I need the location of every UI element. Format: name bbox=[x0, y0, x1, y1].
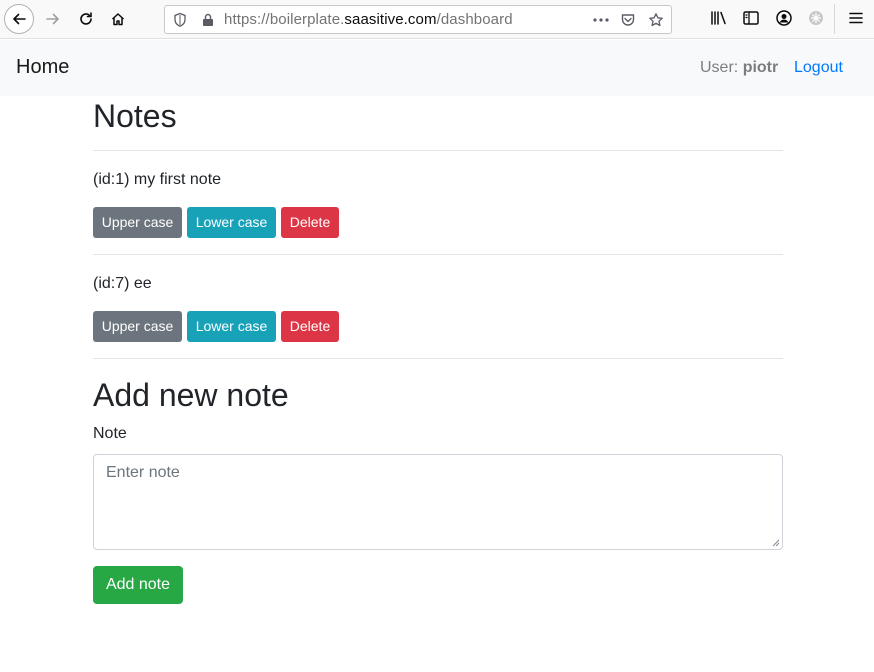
reload-button[interactable] bbox=[71, 4, 101, 34]
lowercase-button[interactable]: Lower case bbox=[187, 311, 276, 342]
back-button[interactable] bbox=[4, 4, 34, 34]
home-icon bbox=[111, 13, 125, 26]
app-navbar: Home User: piotr Logout bbox=[0, 40, 874, 96]
lowercase-button[interactable]: Lower case bbox=[187, 207, 276, 238]
username: piotr bbox=[742, 59, 779, 76]
address-bar[interactable]: https://boilerplate.saasitive.com/dashbo… bbox=[164, 5, 672, 34]
uppercase-button[interactable]: Upper case bbox=[93, 311, 182, 342]
add-note-button[interactable]: Add note bbox=[93, 566, 183, 604]
uppercase-button[interactable]: Upper case bbox=[93, 207, 182, 238]
url-prefix: https://boilerplate. bbox=[224, 11, 345, 28]
delete-button[interactable]: Delete bbox=[281, 207, 339, 238]
divider bbox=[93, 358, 783, 359]
resize-grip-icon[interactable] bbox=[771, 538, 780, 547]
user-info: User: piotr bbox=[700, 59, 778, 77]
more-actions-icon[interactable] bbox=[593, 18, 609, 22]
user-label: User: bbox=[700, 59, 739, 76]
pocket-icon[interactable] bbox=[620, 12, 636, 28]
browser-toolbar: https://boilerplate.saasitive.com/dashbo… bbox=[0, 0, 874, 39]
extension-icon[interactable] bbox=[807, 9, 825, 27]
sidebar-icon[interactable] bbox=[742, 9, 760, 27]
library-icon[interactable] bbox=[710, 9, 728, 27]
forward-button[interactable] bbox=[38, 4, 68, 34]
note-text: (id:7) ee bbox=[93, 275, 152, 292]
note-textarea[interactable]: Enter note bbox=[93, 454, 783, 550]
arrow-right-icon bbox=[46, 13, 59, 25]
home-link[interactable]: Home bbox=[16, 56, 69, 79]
url-host: saasitive.com bbox=[344, 11, 437, 28]
home-button[interactable] bbox=[103, 4, 133, 34]
note-placeholder: Enter note bbox=[106, 464, 180, 481]
note-text: (id:1) my first note bbox=[93, 171, 222, 188]
arrow-left-icon bbox=[13, 13, 26, 25]
note-label: Note bbox=[93, 425, 127, 442]
toolbar-divider bbox=[834, 4, 835, 34]
url-text[interactable]: https://boilerplate.saasitive.com/dashbo… bbox=[224, 11, 513, 28]
divider bbox=[93, 150, 783, 151]
reload-icon bbox=[80, 12, 92, 25]
account-icon[interactable] bbox=[775, 9, 793, 27]
url-path: /dashboard bbox=[436, 11, 513, 28]
delete-button[interactable]: Delete bbox=[281, 311, 339, 342]
page-title: Notes bbox=[93, 98, 177, 134]
bookmark-star-icon[interactable] bbox=[648, 12, 664, 28]
lock-icon[interactable] bbox=[201, 12, 215, 28]
hamburger-menu-icon[interactable] bbox=[847, 9, 865, 27]
shield-icon[interactable] bbox=[173, 12, 187, 28]
add-note-title: Add new note bbox=[93, 377, 289, 413]
divider bbox=[93, 254, 783, 255]
logout-link[interactable]: Logout bbox=[794, 59, 843, 77]
